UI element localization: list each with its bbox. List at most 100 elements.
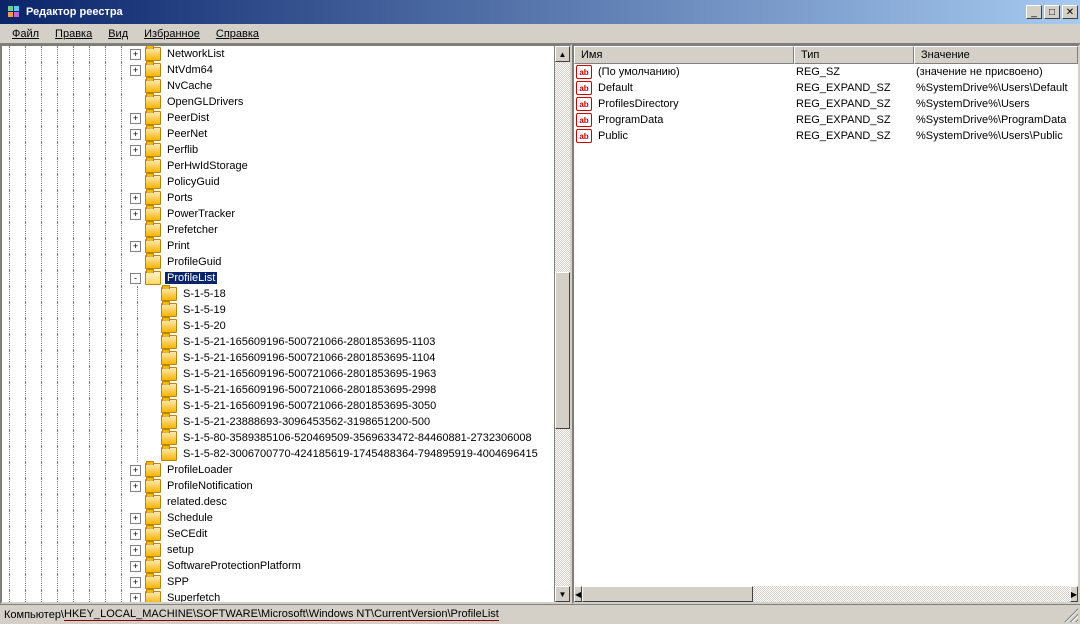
tree-node[interactable]: +PowerTracker [2,206,554,222]
tree-node[interactable]: S-1-5-19 [2,302,554,318]
expand-icon[interactable]: + [130,49,141,60]
expand-icon[interactable]: + [130,593,141,603]
tree-node-label: S-1-5-21-23888693-3096453562-3198651200-… [181,416,432,428]
tree-node[interactable]: PerHwIdStorage [2,158,554,174]
tree-node[interactable]: +Schedule [2,510,554,526]
tree-node[interactable]: S-1-5-18 [2,286,554,302]
tree-node[interactable]: -ProfileList [2,270,554,286]
tree-node-label: PerHwIdStorage [165,160,250,172]
value-row[interactable]: abPublicREG_EXPAND_SZ%SystemDrive%\Users… [574,128,1078,144]
folder-icon [145,591,161,602]
expand-icon[interactable]: + [130,145,141,156]
expand-icon[interactable]: + [130,529,141,540]
tree-node[interactable]: +PeerNet [2,126,554,142]
scroll-up-button[interactable]: ▲ [555,46,570,62]
value-row[interactable]: abProfilesDirectoryREG_EXPAND_SZ%SystemD… [574,96,1078,112]
collapse-icon[interactable]: - [130,273,141,284]
menu-favorites[interactable]: Избранное [136,26,208,42]
expand-icon[interactable]: + [130,209,141,220]
tree-node[interactable]: +SeCEdit [2,526,554,542]
tree-node[interactable]: S-1-5-21-165609196-500721066-2801853695-… [2,366,554,382]
tree-node[interactable]: S-1-5-80-3589385106-520469509-3569633472… [2,430,554,446]
column-name[interactable]: Имя [574,46,794,64]
scroll-left-button[interactable]: ◀ [574,586,582,602]
expand-icon[interactable]: + [130,577,141,588]
value-type: REG_EXPAND_SZ [794,98,914,110]
menu-help[interactable]: Справка [208,26,267,42]
expander-blank [130,97,141,108]
values-hscrollbar[interactable]: ◀ ▶ [574,586,1078,602]
tree-node[interactable]: +ProfileNotification [2,478,554,494]
folder-icon [161,335,177,349]
values-list[interactable]: ab(По умолчанию)REG_SZ(значение не присв… [574,64,1078,586]
tree-node[interactable]: S-1-5-21-165609196-500721066-2801853695-… [2,350,554,366]
expand-icon[interactable]: + [130,561,141,572]
folder-icon [145,575,161,589]
tree-node[interactable]: +ProfileLoader [2,462,554,478]
folder-icon [145,111,161,125]
resize-grip-icon[interactable] [1064,608,1078,622]
tree-node-label: SoftwareProtectionPlatform [165,560,303,572]
column-type[interactable]: Тип [794,46,914,64]
expand-icon[interactable]: + [130,545,141,556]
expander-blank [130,81,141,92]
tree-node[interactable]: PolicyGuid [2,174,554,190]
expander-blank [146,401,157,412]
tree-node[interactable]: NvCache [2,78,554,94]
tree-node[interactable]: related.desc [2,494,554,510]
tree-node[interactable]: S-1-5-21-165609196-500721066-2801853695-… [2,334,554,350]
tree-node[interactable]: +setup [2,542,554,558]
scroll-down-button[interactable]: ▼ [555,586,570,602]
expander-blank [146,417,157,428]
value-data: (значение не присвоено) [914,66,1078,78]
menu-edit[interactable]: Правка [47,26,100,42]
tree-node[interactable]: S-1-5-21-165609196-500721066-2801853695-… [2,398,554,414]
value-row[interactable]: ab(По умолчанию)REG_SZ(значение не присв… [574,64,1078,80]
value-row[interactable]: abProgramDataREG_EXPAND_SZ%SystemDrive%\… [574,112,1078,128]
close-button[interactable]: ✕ [1062,5,1078,19]
expand-icon[interactable]: + [130,513,141,524]
maximize-button[interactable]: □ [1044,5,1060,19]
tree-node[interactable]: S-1-5-21-165609196-500721066-2801853695-… [2,382,554,398]
value-name: ProfilesDirectory [596,98,794,110]
folder-icon [145,271,161,285]
folder-icon [161,431,177,445]
tree-node[interactable]: S-1-5-21-23888693-3096453562-3198651200-… [2,414,554,430]
expand-icon[interactable]: + [130,65,141,76]
folder-icon [145,527,161,541]
value-row[interactable]: abDefaultREG_EXPAND_SZ%SystemDrive%\User… [574,80,1078,96]
menu-view[interactable]: Вид [100,26,136,42]
tree-node[interactable]: S-1-5-82-3006700770-424185619-1745488364… [2,446,554,462]
tree-node[interactable]: +PeerDist [2,110,554,126]
tree-node[interactable]: +Ports [2,190,554,206]
folder-icon [145,191,161,205]
value-name: (По умолчанию) [596,66,794,78]
tree-node[interactable]: Prefetcher [2,222,554,238]
tree-node[interactable]: +Superfetch [2,590,554,602]
expand-icon[interactable]: + [130,241,141,252]
tree-node[interactable]: OpenGLDrivers [2,94,554,110]
expand-icon[interactable]: + [130,193,141,204]
folder-icon [145,47,161,61]
tree-node[interactable]: +SPP [2,574,554,590]
tree-scrollbar[interactable]: ▲ ▼ [554,46,570,602]
values-pane: Имя Тип Значение ab(По умолчанию)REG_SZ(… [572,44,1080,604]
column-value[interactable]: Значение [914,46,1078,64]
scroll-right-button[interactable]: ▶ [1070,586,1078,602]
tree-node[interactable]: +Perflib [2,142,554,158]
tree-node[interactable]: +NetworkList [2,46,554,62]
expand-icon[interactable]: + [130,465,141,476]
registry-tree[interactable]: +NetworkList+NtVdm64NvCacheOpenGLDrivers… [2,46,554,602]
menu-file[interactable]: Файл [4,26,47,42]
folder-icon [145,159,161,173]
tree-node[interactable]: + SoftwareProtectionPlatform [2,558,554,574]
expand-icon[interactable]: + [130,113,141,124]
tree-node[interactable]: S-1-5-20 [2,318,554,334]
tree-node[interactable]: +NtVdm64 [2,62,554,78]
expand-icon[interactable]: + [130,481,141,492]
tree-node[interactable]: +Print [2,238,554,254]
expand-icon[interactable]: + [130,129,141,140]
folder-icon [145,223,161,237]
minimize-button[interactable]: _ [1026,5,1042,19]
tree-node[interactable]: ProfileGuid [2,254,554,270]
